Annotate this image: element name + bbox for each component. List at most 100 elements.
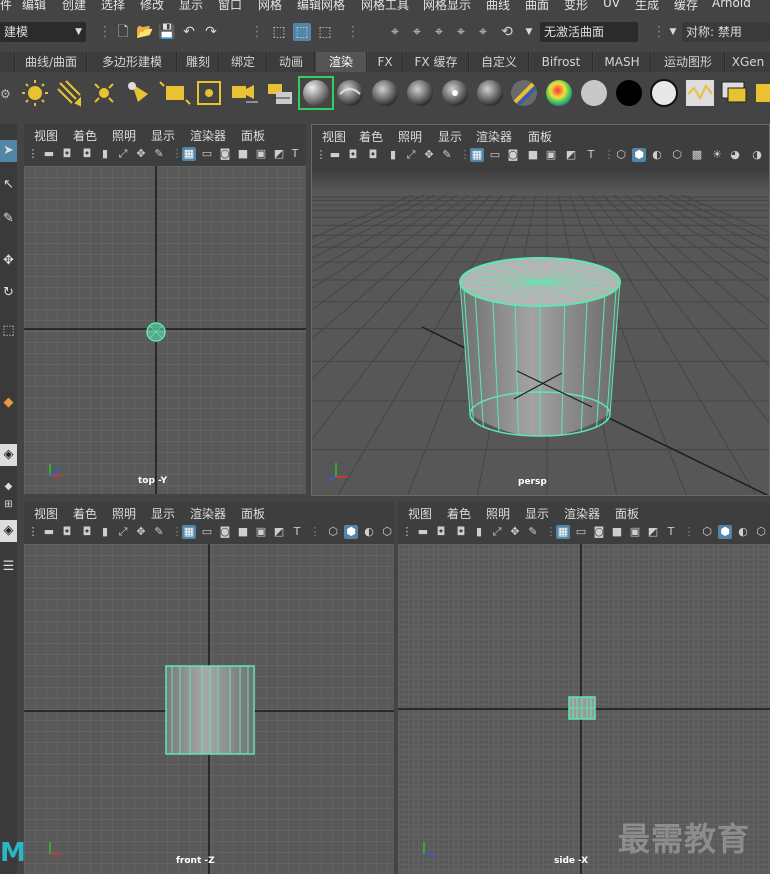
select-component-icon[interactable]: ⬚ [316,23,334,41]
image-plane-icon[interactable]: ▮ [472,525,486,539]
shelf-options-icon[interactable] [0,52,15,72]
snap-grid-icon[interactable]: ⌖ [386,23,404,41]
field-chart-icon[interactable]: ▣ [628,525,642,539]
select-camera-icon[interactable]: ▬ [42,147,56,161]
shelf-tab-motion-graphics[interactable]: 运动图形 [652,52,725,72]
standard-surface-icon[interactable] [303,80,329,106]
menu-windows[interactable]: 窗口 [218,0,242,13]
directional-light-icon[interactable] [57,80,81,107]
select-camera-icon[interactable]: ▬ [42,525,56,539]
film-gate-icon[interactable]: ▭ [200,525,214,539]
camera-aim-icon[interactable] [268,84,292,104]
panel-menu-lighting[interactable]: 照明 [486,505,510,522]
bookmark-icon[interactable]: ◘ [454,525,468,539]
2d-pan-zoom-icon[interactable]: ⤢ [490,525,504,539]
outliner-layout-icon[interactable]: ☰ [0,556,17,578]
resolution-gate-icon[interactable]: ◙ [592,525,606,539]
menu-create[interactable]: 创建 [62,0,86,13]
shelf-tab-sculpting[interactable]: 雕刻 [178,52,219,72]
lambert-icon[interactable] [372,80,398,106]
menu-generate[interactable]: 生成 [635,0,659,13]
single-perspective-layout-icon[interactable]: ◈ [0,444,17,466]
select-camera-icon[interactable]: ▬ [328,148,342,162]
wireframe-on-shaded-icon[interactable]: ⬡ [670,148,684,162]
volume-light-icon[interactable] [197,81,221,105]
safe-action-icon[interactable]: ◩ [272,525,286,539]
menu-edit[interactable]: 编辑 [22,0,46,13]
gate-mask-icon[interactable]: ■ [610,525,624,539]
menu-mesh[interactable]: 网格 [258,0,282,13]
2d-pan-zoom-icon[interactable]: ⤢ [116,525,130,539]
grease-pencil-icon[interactable]: ✥ [508,525,522,539]
panel-menu-lighting[interactable]: 照明 [112,127,136,144]
panel-menu-view[interactable]: 视图 [322,128,346,145]
wireframe-icon[interactable]: ⬡ [326,525,340,539]
panel-menu-show[interactable]: 显示 [151,127,175,144]
panel-menu-renderer[interactable]: 渲染器 [190,127,226,144]
area-light-icon[interactable] [159,81,191,105]
camera-attributes-icon[interactable]: ◘ [60,525,74,539]
select-object-icon[interactable]: ⬚ [293,23,311,41]
gate-mask-icon[interactable]: ■ [236,147,250,161]
paint-select-tool-icon[interactable]: ✎ [0,208,17,230]
shelf-tab-mash[interactable]: MASH [594,52,651,72]
cylinder-top-wireframe[interactable] [144,320,168,344]
shelf-tab-poly-modeling[interactable]: 多边形建模 [88,52,177,72]
safe-title-icon[interactable]: T [288,147,302,161]
menu-file[interactable]: 件 [0,0,12,13]
menu-curves[interactable]: 曲线 [486,0,510,13]
render-settings-icon[interactable] [686,80,714,106]
menu-arnold[interactable]: Arnold [712,0,751,10]
film-gate-icon[interactable]: ▭ [574,525,588,539]
shelf-tab-fx[interactable]: FX [368,52,403,72]
smooth-shade-icon[interactable]: ⬢ [632,148,646,162]
snap-point-icon[interactable]: ⌖ [430,23,448,41]
safe-action-icon[interactable]: ◩ [646,525,660,539]
default-material-icon[interactable]: ◐ [362,525,376,539]
redo-icon[interactable]: ↷ [202,23,220,41]
menu-uv[interactable]: UV [603,0,620,10]
panel-menu-shading[interactable]: 着色 [73,505,97,522]
use-background-icon[interactable] [616,80,642,106]
smooth-shade-icon[interactable]: ⬢ [344,525,358,539]
resolution-gate-icon[interactable]: ◙ [506,148,520,162]
snap-curve-icon[interactable]: ⌖ [408,23,426,41]
save-scene-icon[interactable]: 💾 [158,23,176,41]
panel-menu-shading[interactable]: 着色 [359,128,383,145]
menu-set-dropdown[interactable]: 建模 ▼ [0,22,86,42]
menu-cache[interactable]: 缓存 [674,0,698,13]
panel-menu-shading[interactable]: 着色 [73,127,97,144]
smooth-shade-icon[interactable]: ⬢ [718,525,732,539]
point-light-icon[interactable] [94,83,114,103]
select-camera-icon[interactable]: ▬ [416,525,430,539]
wireframe-icon[interactable]: ⬡ [614,148,628,162]
menu-deform[interactable]: 变形 [564,0,588,13]
live-surface-field[interactable]: 无激活曲面 [540,22,638,42]
snap-mode-icon[interactable]: ⟲ [498,23,516,41]
film-gate-icon[interactable]: ▭ [200,147,214,161]
image-plane-icon[interactable]: ▮ [386,148,400,162]
panel-menu-renderer[interactable]: 渲染器 [190,505,226,522]
panel-menu-show[interactable]: 显示 [525,505,549,522]
panel-menu-panels[interactable]: 面板 [241,505,265,522]
spot-light-icon[interactable] [128,82,148,102]
move-tool-icon[interactable]: ✥ [0,250,17,272]
2d-pan-zoom-icon[interactable]: ⤢ [404,148,418,162]
rotate-tool-icon[interactable]: ↻ [0,282,17,304]
phong-e-icon[interactable] [442,80,468,106]
grease-pencil-icon[interactable]: ✥ [134,525,148,539]
safe-title-icon[interactable]: T [584,148,598,162]
viewport-front[interactable]: front -Z [24,544,394,874]
surface-shader-icon[interactable] [581,80,607,106]
menu-display[interactable]: 显示 [179,0,203,13]
grid-toggle-icon[interactable]: ▦ [470,148,484,162]
pencil-icon[interactable]: ✎ [152,147,166,161]
shelf-tab-rigging[interactable]: 绑定 [220,52,267,72]
pencil-icon[interactable]: ✎ [152,525,166,539]
viewport-top[interactable]: top -Y [24,166,306,494]
camera-attributes-icon[interactable]: ◘ [434,525,448,539]
anisotropic-icon[interactable] [477,80,503,106]
panel-menu-panels[interactable]: 面板 [528,128,552,145]
cylinder-front-wireframe[interactable] [164,664,256,756]
panel-menu-lighting[interactable]: 照明 [112,505,136,522]
